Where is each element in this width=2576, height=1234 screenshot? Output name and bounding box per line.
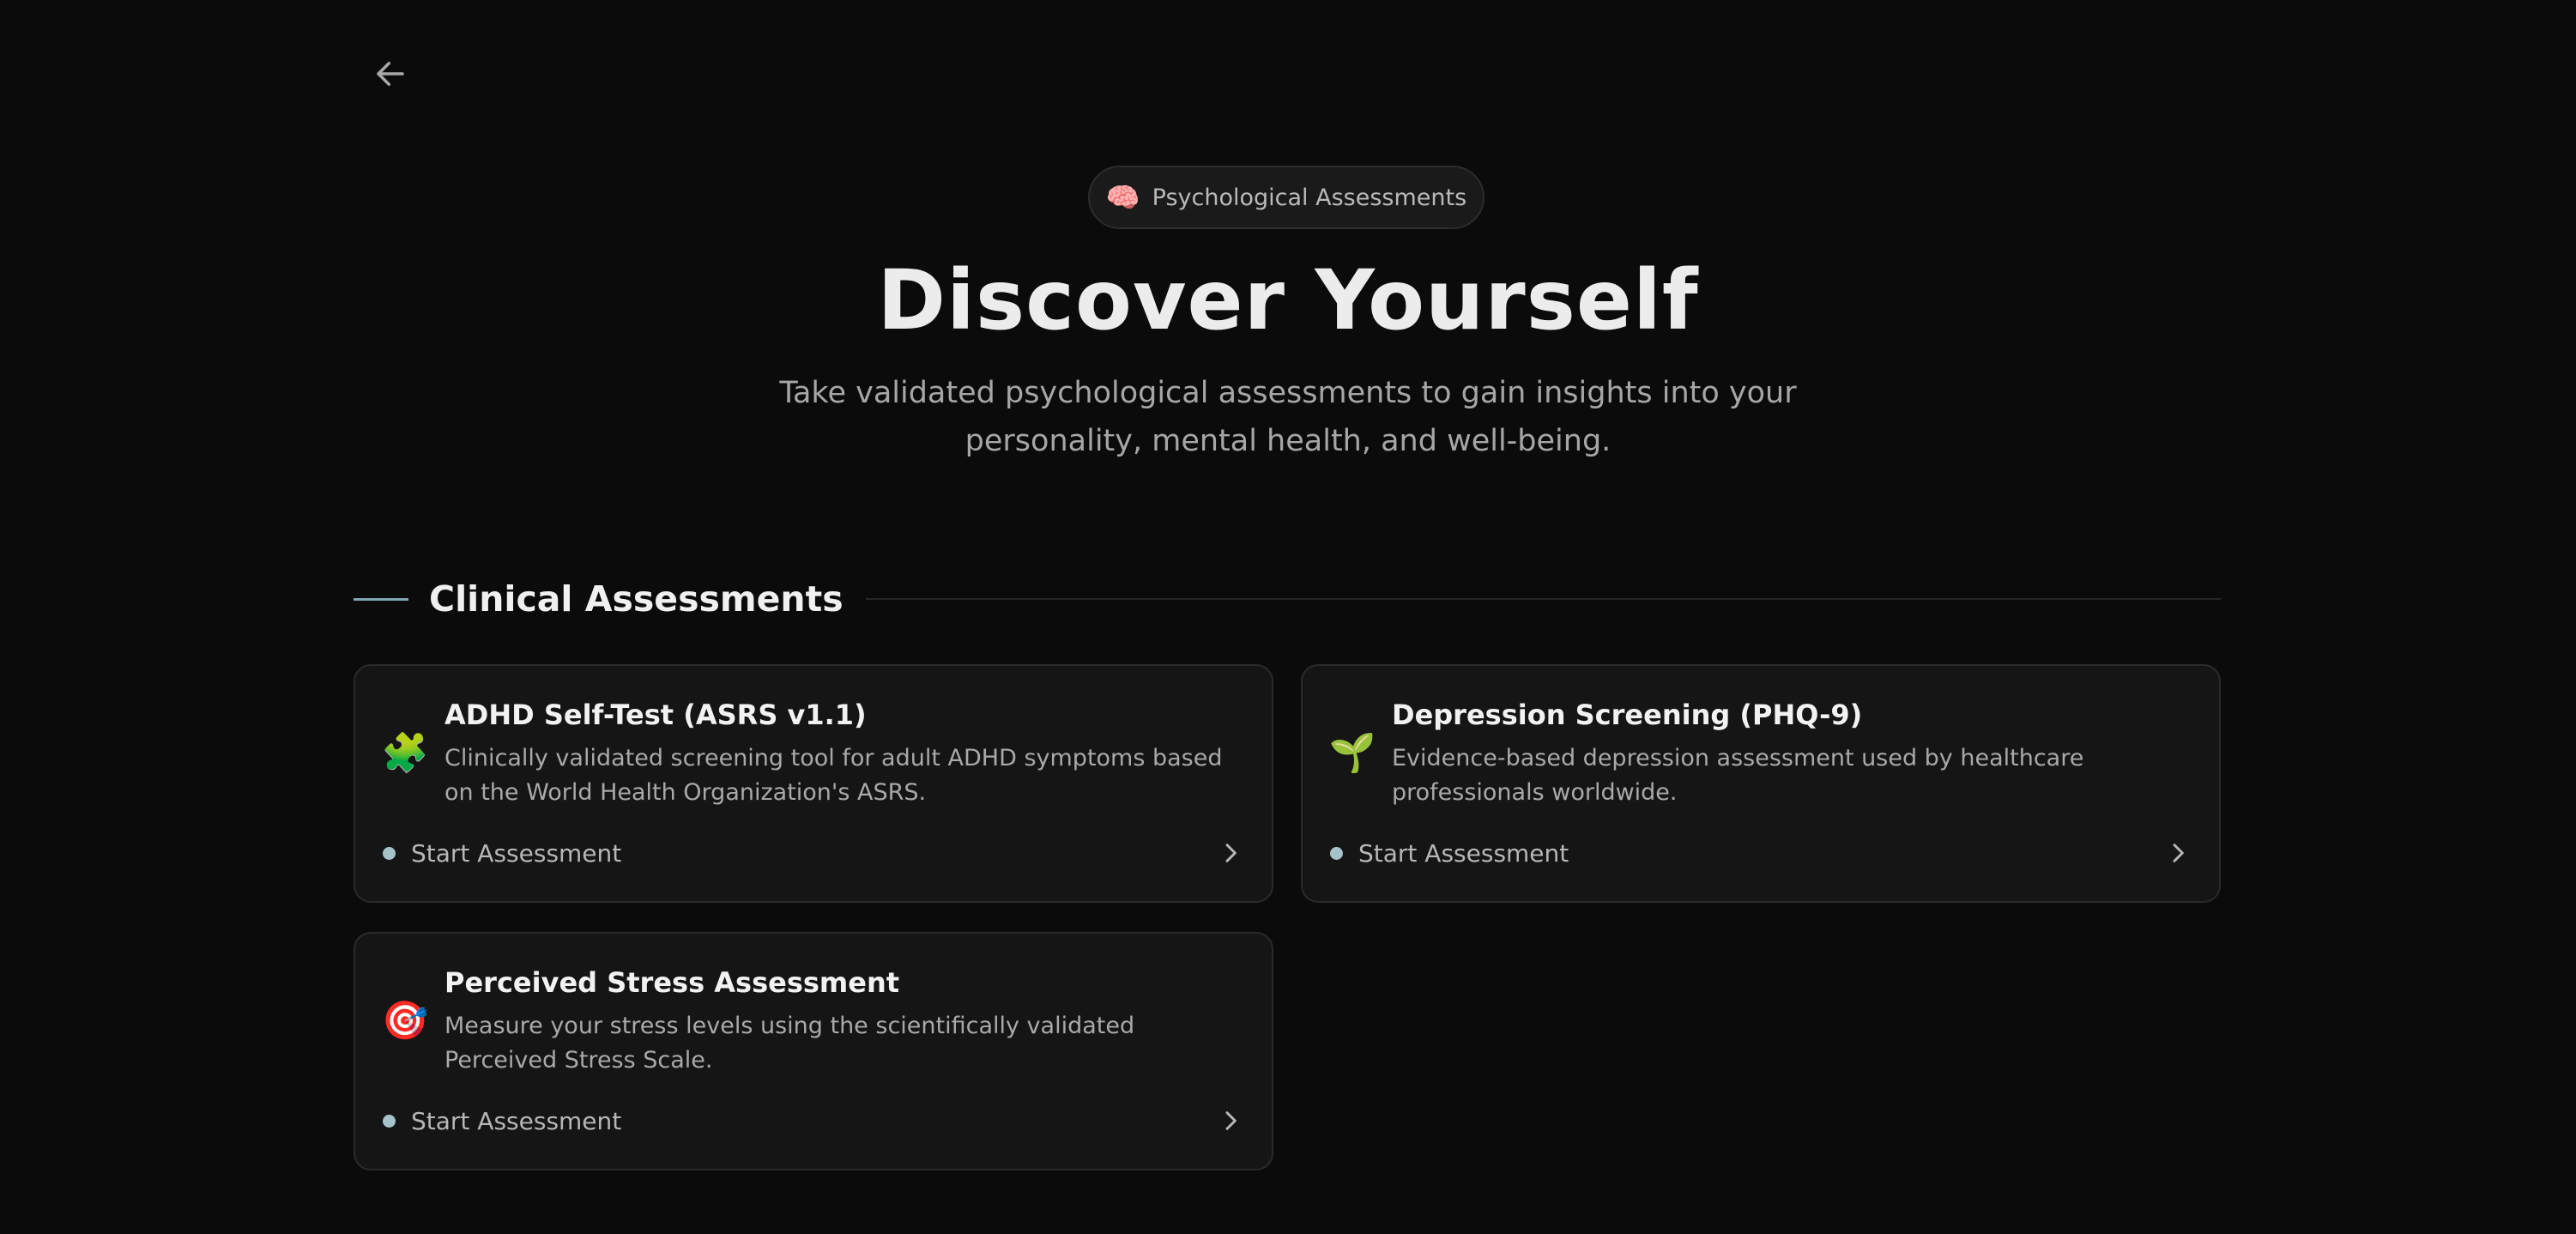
start-assessment-label[interactable]: Start Assessment [411,1107,1217,1135]
puzzle-piece-icon: 🧩 [381,731,429,775]
card-footer[interactable]: Start Assessment [1330,834,2192,872]
status-dot [1330,846,1343,860]
status-dot [383,846,396,860]
card-footer[interactable]: Start Assessment [383,1102,1244,1140]
back-button[interactable] [365,50,416,98]
card-footer[interactable]: Start Assessment [383,834,1244,872]
card-title: ADHD Self-Test (ASRS v1.1) [444,699,867,731]
brain-icon: 🧠 [1105,181,1140,214]
chevron-right-icon[interactable] [1217,839,1244,867]
target-icon: 🎯 [381,999,429,1043]
chevron-right-icon[interactable] [1217,1107,1244,1134]
category-badge-label: Psychological Assessments [1152,184,1467,211]
arrow-left-icon [377,62,404,86]
page: 🧠 Psychological Assessments Discover You… [0,0,2576,1234]
assessment-card-adhd[interactable]: 🧩 ADHD Self-Test (ASRS v1.1) Clinically … [354,664,1273,903]
assessment-card-depression[interactable]: 🌱 Depression Screening (PHQ-9) Evidence-… [1301,664,2221,903]
page-title: Discover Yourself [877,252,1699,348]
chevron-right-icon[interactable] [2164,839,2192,867]
seedling-icon: 🌱 [1328,731,1376,775]
category-badge: 🧠 Psychological Assessments [1088,166,1485,229]
section-divider [865,598,2221,600]
assessment-card-stress[interactable]: 🎯 Perceived Stress Assessment Measure yo… [354,932,1273,1170]
section-accent-line [354,597,408,601]
page-subtitle: Take validated psychological assessments… [779,376,1797,458]
section-title: Clinical Assessments [429,578,844,620]
status-dot [383,1114,396,1128]
card-description: Clinically validated screening tool for … [444,745,1223,806]
section-header: Clinical Assessments [354,573,2221,625]
card-description: Measure your stress levels using the sci… [444,1013,1135,1074]
start-assessment-label[interactable]: Start Assessment [411,839,1217,868]
card-description: Evidence-based depression assessment use… [1392,745,2084,806]
start-assessment-label[interactable]: Start Assessment [1358,839,2164,868]
card-title: Perceived Stress Assessment [444,966,900,999]
card-title: Depression Screening (PHQ-9) [1392,699,1863,731]
